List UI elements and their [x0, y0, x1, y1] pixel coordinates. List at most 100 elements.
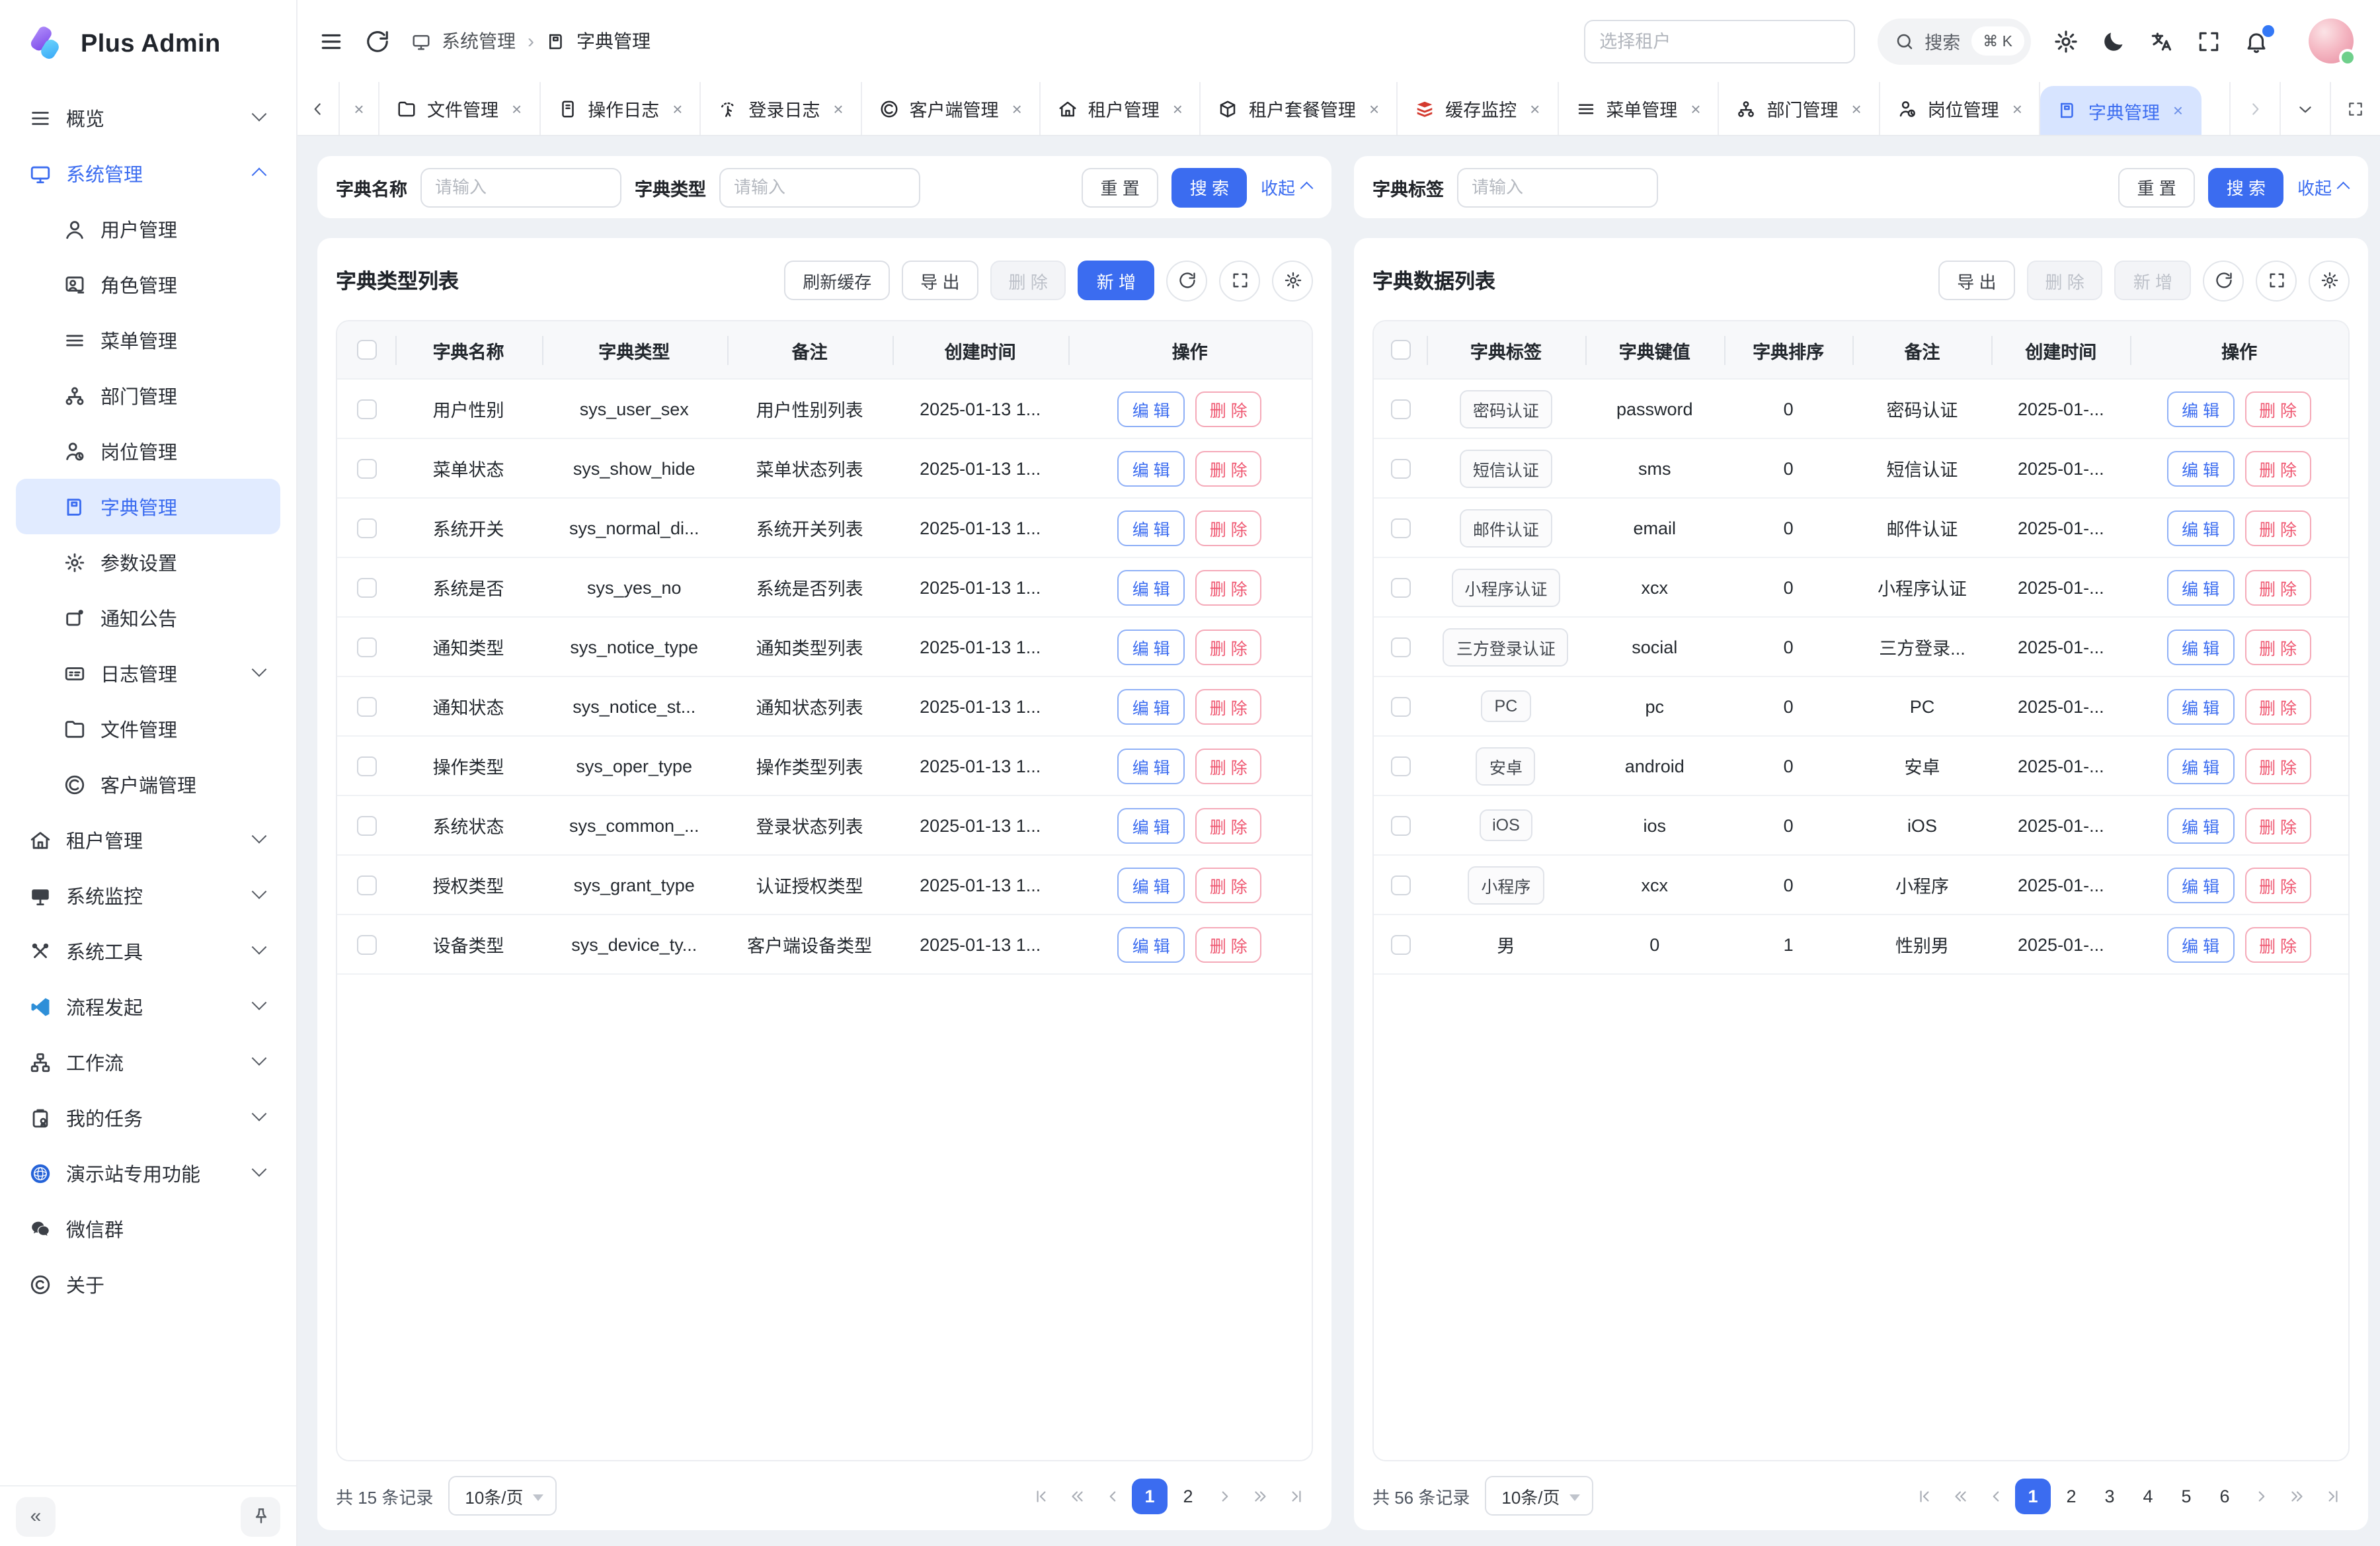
delete-button[interactable]: 删 除 [1195, 748, 1262, 784]
breadcrumb-level1[interactable]: 系统管理 [442, 28, 516, 54]
delete-button[interactable]: 删 除 [2244, 748, 2311, 784]
sidebar-item[interactable]: 概览 [16, 90, 280, 145]
delete-button[interactable]: 删 除 [2244, 807, 2311, 843]
table-row[interactable]: 操作类型 sys_oper_type 操作类型列表 2025-01-13 1..… [337, 737, 1312, 796]
edit-button[interactable]: 编 辑 [1118, 867, 1185, 903]
tab[interactable]: 缓存监控 × [1398, 82, 1558, 135]
table-fullscreen-button[interactable] [1219, 260, 1260, 301]
page-number[interactable]: 1 [1132, 1478, 1168, 1514]
delete-button[interactable]: 删 除 [1195, 867, 1262, 903]
next-page-button[interactable] [1209, 1479, 1242, 1512]
edit-button[interactable]: 编 辑 [1118, 926, 1185, 962]
edit-button[interactable]: 编 辑 [1118, 748, 1185, 784]
edit-button[interactable]: 编 辑 [1118, 807, 1185, 843]
sidebar-item[interactable]: 通知公告 [16, 590, 280, 645]
sidebar-item[interactable]: 系统监控 [16, 868, 280, 923]
table-row[interactable]: 小程序 xcx 0 小程序 2025-01-... 编 辑 删 除 [1374, 856, 2348, 915]
sidebar-collapse-button[interactable]: « [16, 1496, 56, 1536]
sidebar-item[interactable]: 参数设置 [16, 534, 280, 590]
moon-icon[interactable] [2101, 28, 2126, 54]
translate-icon[interactable] [2149, 28, 2174, 54]
page-number[interactable]: 3 [2092, 1478, 2127, 1514]
edit-button[interactable]: 编 辑 [2167, 510, 2234, 546]
tabs-dropdown-button[interactable] [2280, 82, 2330, 135]
add-button[interactable]: 新 增 [1078, 261, 1154, 300]
prev-page-button[interactable] [1096, 1479, 1129, 1512]
edit-button[interactable]: 编 辑 [2167, 391, 2234, 427]
row-checkbox[interactable] [356, 934, 376, 954]
table-row[interactable]: 邮件认证 email 0 邮件认证 2025-01-... 编 辑 删 除 [1374, 499, 2348, 558]
tabs-scroll-left-button[interactable] [298, 82, 340, 135]
select-all-checkbox[interactable] [356, 340, 376, 360]
table-row[interactable]: 授权类型 sys_grant_type 认证授权类型 2025-01-13 1.… [337, 856, 1312, 915]
sidebar-item[interactable]: 字典管理 [16, 479, 280, 534]
delete-button[interactable]: 删 除 [1195, 569, 1262, 605]
row-checkbox[interactable] [1390, 637, 1410, 657]
table-row[interactable]: iOS ios 0 iOS 2025-01-... 编 辑 删 除 [1374, 796, 2348, 856]
truncated-tab-close-icon[interactable]: × [340, 82, 379, 135]
edit-button[interactable]: 编 辑 [1118, 569, 1185, 605]
edit-button[interactable]: 编 辑 [2167, 450, 2234, 486]
row-checkbox[interactable] [1390, 934, 1410, 954]
prev-page-button[interactable] [1979, 1479, 2012, 1512]
dict-label-input[interactable] [1457, 167, 1658, 207]
table-row[interactable]: 短信认证 sms 0 短信认证 2025-01-... 编 辑 删 除 [1374, 439, 2348, 499]
table-row[interactable]: PC pc 0 PC 2025-01-... 编 辑 删 除 [1374, 677, 2348, 737]
edit-button[interactable]: 编 辑 [2167, 748, 2234, 784]
row-checkbox[interactable] [356, 518, 376, 538]
table-row[interactable]: 设备类型 sys_device_ty... 客户端设备类型 2025-01-13… [337, 915, 1312, 975]
delete-button[interactable]: 删 除 [2244, 569, 2311, 605]
row-checkbox[interactable] [1390, 399, 1410, 419]
delete-button[interactable]: 删 除 [1195, 926, 1262, 962]
delete-button[interactable]: 删 除 [2244, 688, 2311, 724]
sidebar-item[interactable]: 演示站专用功能 [16, 1145, 280, 1201]
table-row[interactable]: 通知类型 sys_notice_type 通知类型列表 2025-01-13 1… [337, 618, 1312, 677]
sidebar-item[interactable]: 文件管理 [16, 701, 280, 756]
next-10-button[interactable] [1244, 1479, 1277, 1512]
collapse-search-link[interactable]: 收起 [2297, 175, 2350, 200]
tab-close-icon[interactable]: × [1012, 99, 1022, 118]
sidebar-item[interactable]: 租户管理 [16, 812, 280, 868]
edit-button[interactable]: 编 辑 [2167, 807, 2234, 843]
delete-button[interactable]: 删 除 [2244, 926, 2311, 962]
refresh-cache-button[interactable]: 刷新缓存 [784, 261, 890, 300]
row-checkbox[interactable] [1390, 577, 1410, 597]
tab-close-icon[interactable]: × [1690, 99, 1700, 118]
hamburger-icon[interactable] [319, 28, 344, 54]
delete-button[interactable]: 删 除 [2244, 510, 2311, 546]
tab[interactable]: 文件管理 × [379, 82, 540, 135]
prev-10-button[interactable] [1944, 1479, 1977, 1512]
sidebar-item[interactable]: 我的任务 [16, 1090, 280, 1145]
page-size-select[interactable]: 10条/页 [448, 1476, 556, 1516]
search-button[interactable]: 搜 索 [2208, 167, 2284, 207]
row-checkbox[interactable] [356, 637, 376, 657]
next-page-button[interactable] [2245, 1479, 2278, 1512]
table-settings-button[interactable] [2309, 260, 2350, 301]
sidebar-item[interactable]: 系统管理 [16, 145, 280, 201]
tab-close-icon[interactable]: × [833, 99, 843, 118]
tab-close-icon[interactable]: × [2012, 99, 2022, 118]
tab-close-icon[interactable]: × [1530, 99, 1540, 118]
sidebar-item[interactable]: 流程发起 [16, 979, 280, 1034]
tab[interactable]: 岗位管理 × [1880, 82, 2041, 135]
tab-close-icon[interactable]: × [672, 99, 682, 118]
row-checkbox[interactable] [356, 458, 376, 478]
sidebar-item[interactable]: 部门管理 [16, 368, 280, 423]
sidebar-item[interactable]: 岗位管理 [16, 423, 280, 479]
table-row[interactable]: 三方登录认证 social 0 三方登录... 2025-01-... 编 辑 … [1374, 618, 2348, 677]
search-button[interactable]: 搜 索 [1171, 167, 1248, 207]
sidebar-item[interactable]: 日志管理 [16, 645, 280, 701]
edit-button[interactable]: 编 辑 [2167, 629, 2234, 665]
export-button[interactable]: 导 出 [902, 261, 978, 300]
delete-button[interactable]: 删 除 [1195, 807, 1262, 843]
page-number[interactable]: 2 [1170, 1478, 1206, 1514]
table-row[interactable]: 系统开关 sys_normal_di... 系统开关列表 2025-01-13 … [337, 499, 1312, 558]
row-checkbox[interactable] [1390, 756, 1410, 776]
reset-button[interactable]: 重 置 [1082, 167, 1158, 207]
row-checkbox[interactable] [1390, 458, 1410, 478]
row-checkbox[interactable] [1390, 518, 1410, 538]
delete-button[interactable]: 删 除 [1195, 510, 1262, 546]
table-row[interactable]: 安卓 android 0 安卓 2025-01-... 编 辑 删 除 [1374, 737, 2348, 796]
tab[interactable]: 租户管理 × [1041, 82, 1201, 135]
tab-close-icon[interactable]: × [1369, 99, 1379, 118]
